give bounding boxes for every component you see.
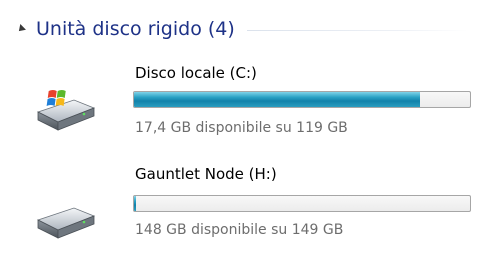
drive-item-h[interactable]: Gauntlet Node (H:) 148 GB disponibile su… (0, 160, 481, 250)
drive-free-space: 17,4 GB disponibile su 119 GB (135, 120, 348, 136)
drive-usage-fill (134, 196, 137, 211)
group-divider (246, 30, 468, 31)
collapse-arrow-icon[interactable] (16, 24, 26, 34)
drive-free-space: 148 GB disponibile su 149 GB (135, 222, 344, 238)
group-title: Unità disco rigido (4) (36, 18, 235, 40)
drive-usage-bar (133, 91, 471, 108)
system-hard-drive-icon (36, 90, 96, 131)
hard-drive-icon (36, 207, 96, 239)
drive-name: Disco locale (C:) (135, 64, 257, 82)
drive-usage-bar (133, 195, 471, 212)
drive-item-c[interactable]: Disco locale (C:) 17,4 GB disponibile su… (0, 58, 481, 148)
drive-name: Gauntlet Node (H:) (135, 165, 277, 183)
drive-usage-fill (134, 92, 420, 107)
group-header-hard-drives[interactable]: Unità disco rigido (4) (16, 14, 468, 44)
drives-view: Unità disco rigido (4) Disco locale (C:)… (0, 0, 481, 255)
